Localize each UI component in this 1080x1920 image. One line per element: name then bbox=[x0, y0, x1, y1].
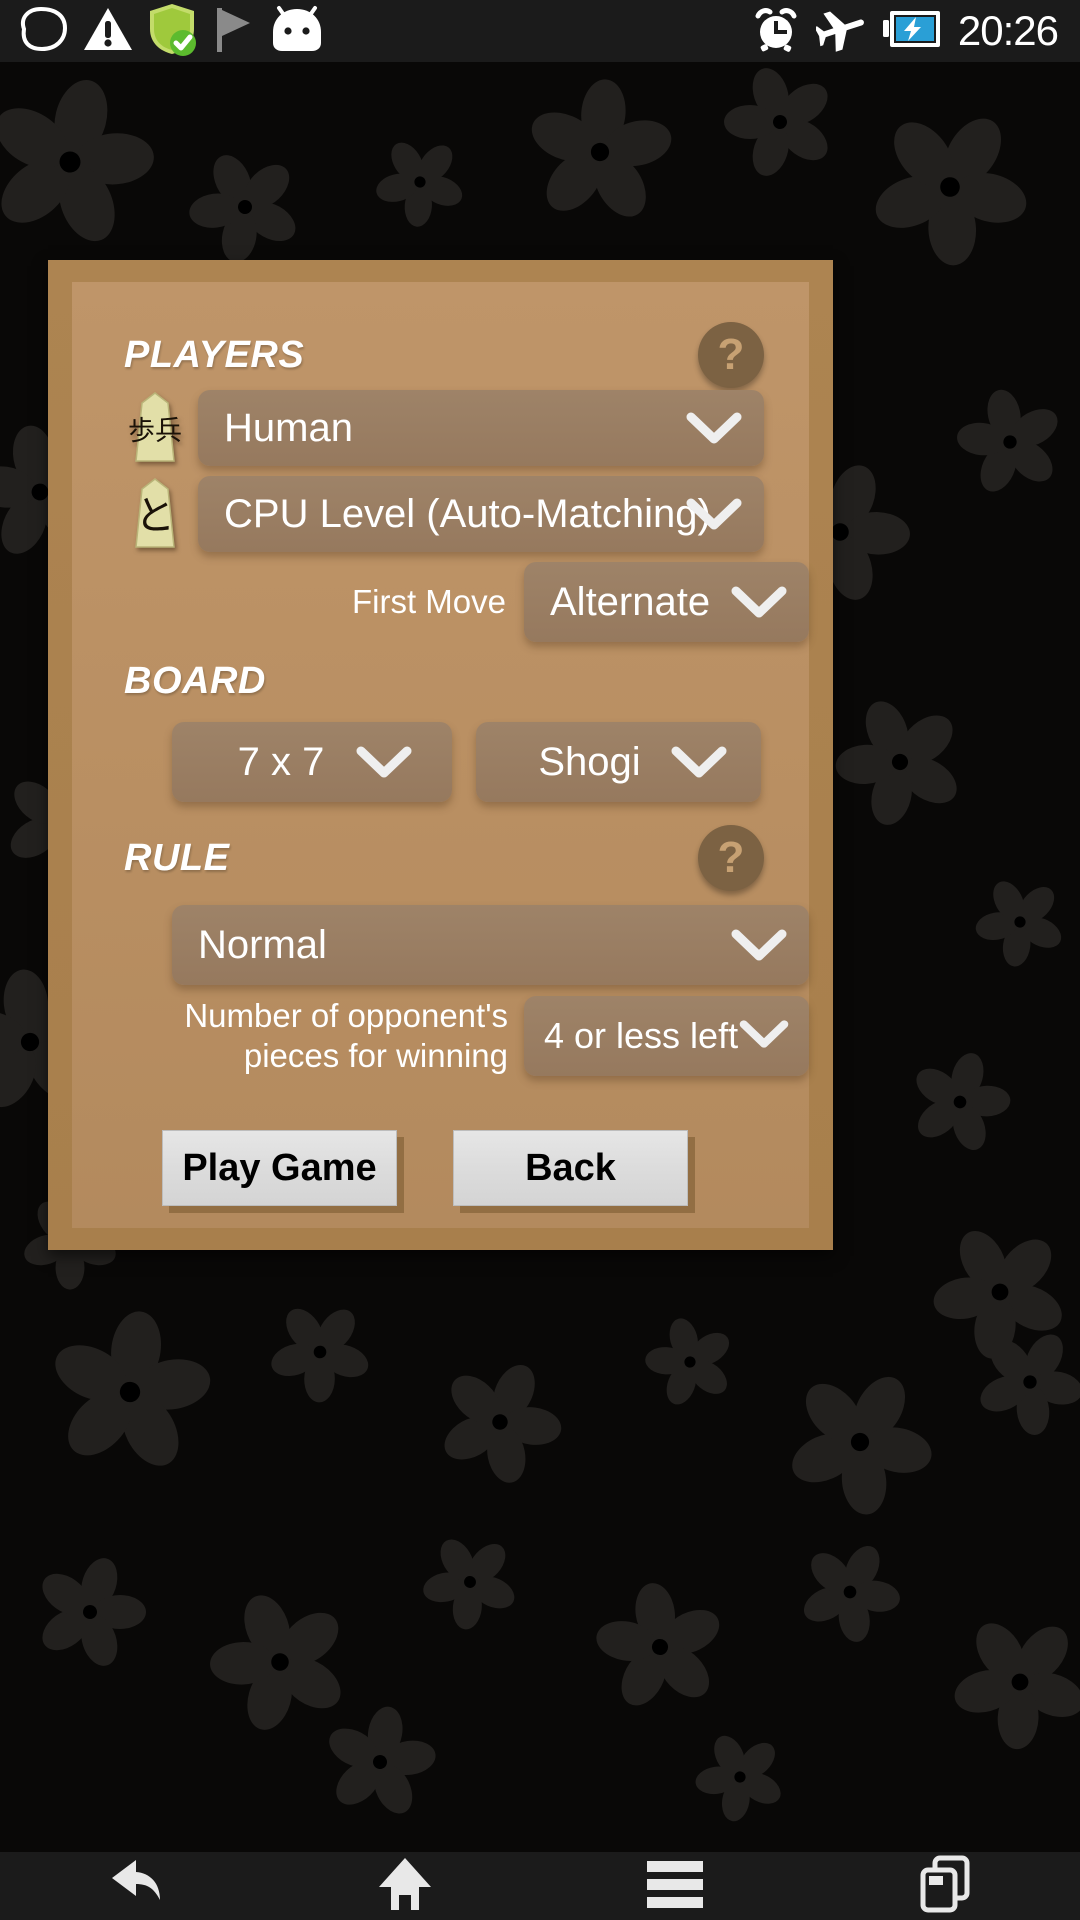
players-title: PLAYERS bbox=[124, 333, 305, 376]
player-2-dropdown[interactable]: CPU Level (Auto-Matching) bbox=[198, 476, 764, 552]
player-2-value: CPU Level (Auto-Matching) bbox=[224, 491, 711, 536]
pawn-piece-glyph: 歩兵 bbox=[128, 416, 182, 448]
dialog-content: PLAYERS ? 歩兵 Human と CPU Level (Auto-Mat… bbox=[72, 282, 809, 1228]
back-nav-button[interactable] bbox=[60, 1852, 210, 1920]
first-move-value: Alternate bbox=[550, 579, 711, 624]
cloud-outline-icon bbox=[14, 4, 72, 59]
home-nav-icon bbox=[375, 1855, 435, 1918]
promoted-pawn-piece-icon: と bbox=[124, 477, 186, 551]
players-help-button[interactable]: ? bbox=[698, 322, 764, 388]
battery-charging-icon bbox=[882, 7, 942, 56]
navigation-bar bbox=[0, 1852, 1080, 1920]
board-type-value: Shogi bbox=[538, 739, 641, 784]
phone-screen: 20:26 PLAYERS ? 歩兵 Human と CPU Level (Au… bbox=[0, 0, 1080, 1920]
game-settings-dialog: PLAYERS ? 歩兵 Human と CPU Level (Auto-Mat… bbox=[48, 260, 833, 1250]
dialog-actions: Play Game Back bbox=[162, 1130, 722, 1206]
recents-nav-button[interactable] bbox=[870, 1852, 1020, 1920]
promoted-pawn-piece-glyph: と bbox=[135, 493, 175, 539]
board-title: BOARD bbox=[124, 660, 266, 702]
menu-nav-button[interactable] bbox=[600, 1852, 750, 1920]
status-bar-left-icons bbox=[0, 2, 328, 61]
rule-value: Normal bbox=[198, 922, 327, 967]
player-1-row: 歩兵 Human bbox=[124, 390, 764, 466]
player-1-dropdown[interactable]: Human bbox=[198, 390, 764, 466]
menu-nav-icon bbox=[643, 1857, 707, 1916]
win-condition-value: 4 or less left bbox=[544, 1015, 739, 1056]
rule-dropdown[interactable]: Normal bbox=[172, 905, 809, 985]
shield-check-icon bbox=[144, 2, 200, 61]
status-bar: 20:26 bbox=[0, 0, 1080, 62]
win-condition-label-line1: Number of opponent's bbox=[184, 996, 508, 1034]
players-section-header: PLAYERS ? bbox=[124, 322, 764, 388]
chevron-down-icon bbox=[739, 1019, 795, 1053]
rule-title: RULE bbox=[124, 836, 230, 879]
warning-triangle-icon bbox=[82, 5, 134, 58]
board-size-dropdown[interactable]: 7 x 7 bbox=[172, 722, 452, 802]
first-move-dropdown[interactable]: Alternate bbox=[524, 562, 809, 642]
android-head-icon bbox=[266, 5, 328, 58]
board-type-dropdown[interactable]: Shogi bbox=[476, 722, 761, 802]
back-nav-icon bbox=[104, 1856, 166, 1917]
first-move-row: First Move Alternate bbox=[124, 562, 809, 642]
first-move-label: First Move bbox=[351, 582, 506, 620]
win-condition-dropdown[interactable]: 4 or less left bbox=[524, 996, 809, 1076]
player-1-value: Human bbox=[224, 405, 353, 450]
recents-nav-icon bbox=[915, 1854, 975, 1919]
win-condition-row: Number of opponent's pieces for winning … bbox=[124, 992, 809, 1080]
rule-help-button[interactable]: ? bbox=[698, 825, 764, 891]
win-condition-label-line2: pieces for winning bbox=[243, 1037, 508, 1074]
board-row: 7 x 7 Shogi bbox=[172, 722, 809, 802]
airplane-mode-icon bbox=[814, 6, 866, 57]
alarm-clock-icon bbox=[752, 5, 800, 58]
status-clock: 20:26 bbox=[957, 7, 1059, 54]
chevron-down-icon bbox=[671, 745, 727, 779]
back-button[interactable]: Back bbox=[453, 1130, 688, 1206]
chevron-down-icon bbox=[356, 745, 412, 779]
home-nav-button[interactable] bbox=[330, 1852, 480, 1920]
flag-icon bbox=[210, 4, 256, 59]
player-2-row: と CPU Level (Auto-Matching) bbox=[124, 476, 764, 552]
chevron-down-icon bbox=[731, 585, 787, 619]
win-condition-label: Number of opponent's pieces for winning bbox=[184, 996, 508, 1077]
pawn-piece-icon: 歩兵 bbox=[124, 391, 186, 465]
status-bar-right-icons: 20:26 bbox=[752, 5, 1080, 58]
board-size-value: 7 x 7 bbox=[237, 739, 325, 784]
chevron-down-icon bbox=[686, 497, 742, 531]
chevron-down-icon bbox=[686, 411, 742, 445]
rule-section-header: RULE ? bbox=[124, 825, 764, 891]
chevron-down-icon bbox=[731, 928, 787, 962]
play-game-button[interactable]: Play Game bbox=[162, 1130, 397, 1206]
